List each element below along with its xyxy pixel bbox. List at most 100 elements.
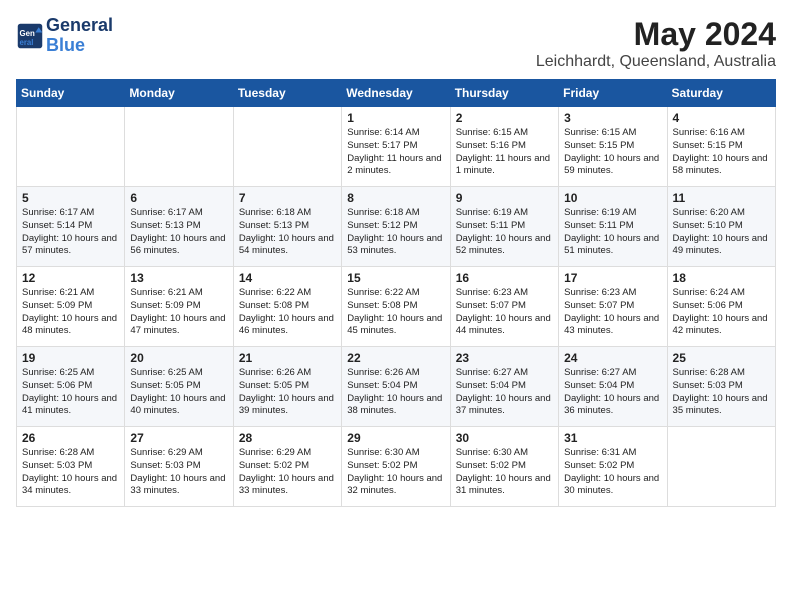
cell-info: Sunrise: 6:23 AMSunset: 5:07 PMDaylight:… xyxy=(456,287,553,338)
day-number: 17 xyxy=(564,271,661,285)
calendar-week: 1Sunrise: 6:14 AMSunset: 5:17 PMDaylight… xyxy=(17,107,776,187)
calendar-week: 19 Sunrise: 6:25 AMSunset: 5:06 PMDayligh… xyxy=(17,347,776,427)
calendar-cell: 6 Sunrise: 6:17 AMSunset: 5:13 PMDaylight… xyxy=(125,187,233,267)
calendar-cell: 29Sunrise: 6:30 AMSunset: 5:02 PMDayligh… xyxy=(342,427,450,507)
month-title: May 2024 xyxy=(536,16,776,53)
day-number: 21 xyxy=(239,351,336,365)
calendar-week: 12 Sunrise: 6:21 AMSunset: 5:09 PMDayligh… xyxy=(17,267,776,347)
calendar-cell: 27Sunrise: 6:29 AMSunset: 5:03 PMDayligh… xyxy=(125,427,233,507)
day-number: 3 xyxy=(564,111,661,125)
calendar-cell xyxy=(125,107,233,187)
cell-info: Sunrise: 6:17 AMSunset: 5:13 PMDaylight:… xyxy=(130,207,227,258)
day-number: 23 xyxy=(456,351,553,365)
day-number: 22 xyxy=(347,351,444,365)
cell-info: Sunrise: 6:20 AMSunset: 5:10 PMDaylight:… xyxy=(673,207,770,258)
day-number: 10 xyxy=(564,191,661,205)
calendar-week: 26 Sunrise: 6:28 AMSunset: 5:03 PMDayligh… xyxy=(17,427,776,507)
cell-info: Sunrise: 6:27 AMSunset: 5:04 PMDaylight:… xyxy=(564,367,661,418)
weekday-header: Friday xyxy=(559,80,667,107)
day-number: 7 xyxy=(239,191,336,205)
svg-text:Gen: Gen xyxy=(20,29,35,38)
cell-info: Sunrise: 6:26 AMSunset: 5:04 PMDaylight:… xyxy=(347,367,444,418)
title-area: May 2024 Leichhardt, Queensland, Austral… xyxy=(536,16,776,71)
cell-info: Sunrise: 6:16 AMSunset: 5:15 PMDaylight:… xyxy=(673,127,770,178)
cell-info: Sunrise: 6:21 AMSunset: 5:09 PMDaylight:… xyxy=(130,287,227,338)
cell-info: Sunrise: 6:24 AMSunset: 5:06 PMDaylight:… xyxy=(673,287,770,338)
calendar-cell: 18 Sunrise: 6:24 AMSunset: 5:06 PMDayligh… xyxy=(667,267,775,347)
day-number: 30 xyxy=(456,431,553,445)
cell-info: Sunrise: 6:28 AMSunset: 5:03 PMDaylight:… xyxy=(22,447,119,498)
calendar-cell: 9Sunrise: 6:19 AMSunset: 5:11 PMDaylight… xyxy=(450,187,558,267)
day-number: 20 xyxy=(130,351,227,365)
logo: Gen eral GeneralBlue xyxy=(16,16,113,56)
location-title: Leichhardt, Queensland, Australia xyxy=(536,53,776,71)
weekday-header: Sunday xyxy=(17,80,125,107)
calendar-cell: 14Sunrise: 6:22 AMSunset: 5:08 PMDayligh… xyxy=(233,267,341,347)
cell-info: Sunrise: 6:19 AMSunset: 5:11 PMDaylight:… xyxy=(456,207,553,258)
calendar-cell: 17Sunrise: 6:23 AMSunset: 5:07 PMDayligh… xyxy=(559,267,667,347)
calendar-cell xyxy=(17,107,125,187)
calendar-cell: 23 Sunrise: 6:27 AMSunset: 5:04 PMDayligh… xyxy=(450,347,558,427)
calendar-cell: 21 Sunrise: 6:26 AMSunset: 5:05 PMDayligh… xyxy=(233,347,341,427)
day-number: 24 xyxy=(564,351,661,365)
calendar-cell: 2Sunrise: 6:15 AMSunset: 5:16 PMDaylight… xyxy=(450,107,558,187)
header: Gen eral GeneralBlue May 2024 Leichhardt… xyxy=(16,16,776,71)
day-number: 28 xyxy=(239,431,336,445)
cell-info: Sunrise: 6:30 AMSunset: 5:02 PMDaylight:… xyxy=(456,447,553,498)
logo-text: GeneralBlue xyxy=(46,16,113,56)
cell-info: Sunrise: 6:30 AMSunset: 5:02 PMDaylight:… xyxy=(347,447,444,498)
weekday-header: Monday xyxy=(125,80,233,107)
calendar-cell: 20 Sunrise: 6:25 AMSunset: 5:05 PMDayligh… xyxy=(125,347,233,427)
cell-info: Sunrise: 6:31 AMSunset: 5:02 PMDaylight:… xyxy=(564,447,661,498)
day-number: 19 xyxy=(22,351,119,365)
day-number: 12 xyxy=(22,271,119,285)
cell-info: Sunrise: 6:21 AMSunset: 5:09 PMDaylight:… xyxy=(22,287,119,338)
calendar-cell: 1Sunrise: 6:14 AMSunset: 5:17 PMDaylight… xyxy=(342,107,450,187)
calendar-cell: 24 Sunrise: 6:27 AMSunset: 5:04 PMDayligh… xyxy=(559,347,667,427)
day-number: 6 xyxy=(130,191,227,205)
calendar-cell: 11 Sunrise: 6:20 AMSunset: 5:10 PMDayligh… xyxy=(667,187,775,267)
calendar-cell: 12 Sunrise: 6:21 AMSunset: 5:09 PMDayligh… xyxy=(17,267,125,347)
weekday-header: Thursday xyxy=(450,80,558,107)
day-number: 8 xyxy=(347,191,444,205)
cell-info: Sunrise: 6:29 AMSunset: 5:03 PMDaylight:… xyxy=(130,447,227,498)
calendar-cell: 13 Sunrise: 6:21 AMSunset: 5:09 PMDayligh… xyxy=(125,267,233,347)
day-number: 4 xyxy=(673,111,770,125)
cell-info: Sunrise: 6:15 AMSunset: 5:15 PMDaylight:… xyxy=(564,127,661,178)
calendar-cell: 8 Sunrise: 6:18 AMSunset: 5:12 PMDaylight… xyxy=(342,187,450,267)
calendar-cell: 15Sunrise: 6:22 AMSunset: 5:08 PMDayligh… xyxy=(342,267,450,347)
calendar-cell: 19 Sunrise: 6:25 AMSunset: 5:06 PMDayligh… xyxy=(17,347,125,427)
weekday-header: Saturday xyxy=(667,80,775,107)
day-number: 2 xyxy=(456,111,553,125)
cell-info: Sunrise: 6:17 AMSunset: 5:14 PMDaylight:… xyxy=(22,207,119,258)
cell-info: Sunrise: 6:27 AMSunset: 5:04 PMDaylight:… xyxy=(456,367,553,418)
calendar-cell: 22 Sunrise: 6:26 AMSunset: 5:04 PMDayligh… xyxy=(342,347,450,427)
calendar-cell: 5Sunrise: 6:17 AMSunset: 5:14 PMDaylight… xyxy=(17,187,125,267)
calendar-body: 1Sunrise: 6:14 AMSunset: 5:17 PMDaylight… xyxy=(17,107,776,507)
cell-info: Sunrise: 6:19 AMSunset: 5:11 PMDaylight:… xyxy=(564,207,661,258)
cell-info: Sunrise: 6:26 AMSunset: 5:05 PMDaylight:… xyxy=(239,367,336,418)
day-number: 14 xyxy=(239,271,336,285)
weekday-header: Wednesday xyxy=(342,80,450,107)
calendar-cell: 10 Sunrise: 6:19 AMSunset: 5:11 PMDayligh… xyxy=(559,187,667,267)
calendar-cell: 4 Sunrise: 6:16 AMSunset: 5:15 PMDaylight… xyxy=(667,107,775,187)
calendar-cell: 30 Sunrise: 6:30 AMSunset: 5:02 PMDayligh… xyxy=(450,427,558,507)
cell-info: Sunrise: 6:18 AMSunset: 5:13 PMDaylight:… xyxy=(239,207,336,258)
header-row: SundayMondayTuesdayWednesdayThursdayFrid… xyxy=(17,80,776,107)
cell-info: Sunrise: 6:28 AMSunset: 5:03 PMDaylight:… xyxy=(673,367,770,418)
calendar-table: SundayMondayTuesdayWednesdayThursdayFrid… xyxy=(16,79,776,507)
cell-info: Sunrise: 6:18 AMSunset: 5:12 PMDaylight:… xyxy=(347,207,444,258)
logo-icon: Gen eral xyxy=(16,22,44,50)
day-number: 26 xyxy=(22,431,119,445)
day-number: 15 xyxy=(347,271,444,285)
day-number: 31 xyxy=(564,431,661,445)
svg-text:eral: eral xyxy=(20,38,34,47)
day-number: 13 xyxy=(130,271,227,285)
day-number: 11 xyxy=(673,191,770,205)
day-number: 18 xyxy=(673,271,770,285)
cell-info: Sunrise: 6:25 AMSunset: 5:05 PMDaylight:… xyxy=(130,367,227,418)
cell-info: Sunrise: 6:14 AMSunset: 5:17 PMDaylight:… xyxy=(347,127,444,178)
day-number: 16 xyxy=(456,271,553,285)
cell-info: Sunrise: 6:25 AMSunset: 5:06 PMDaylight:… xyxy=(22,367,119,418)
calendar-cell: 31 Sunrise: 6:31 AMSunset: 5:02 PMDayligh… xyxy=(559,427,667,507)
